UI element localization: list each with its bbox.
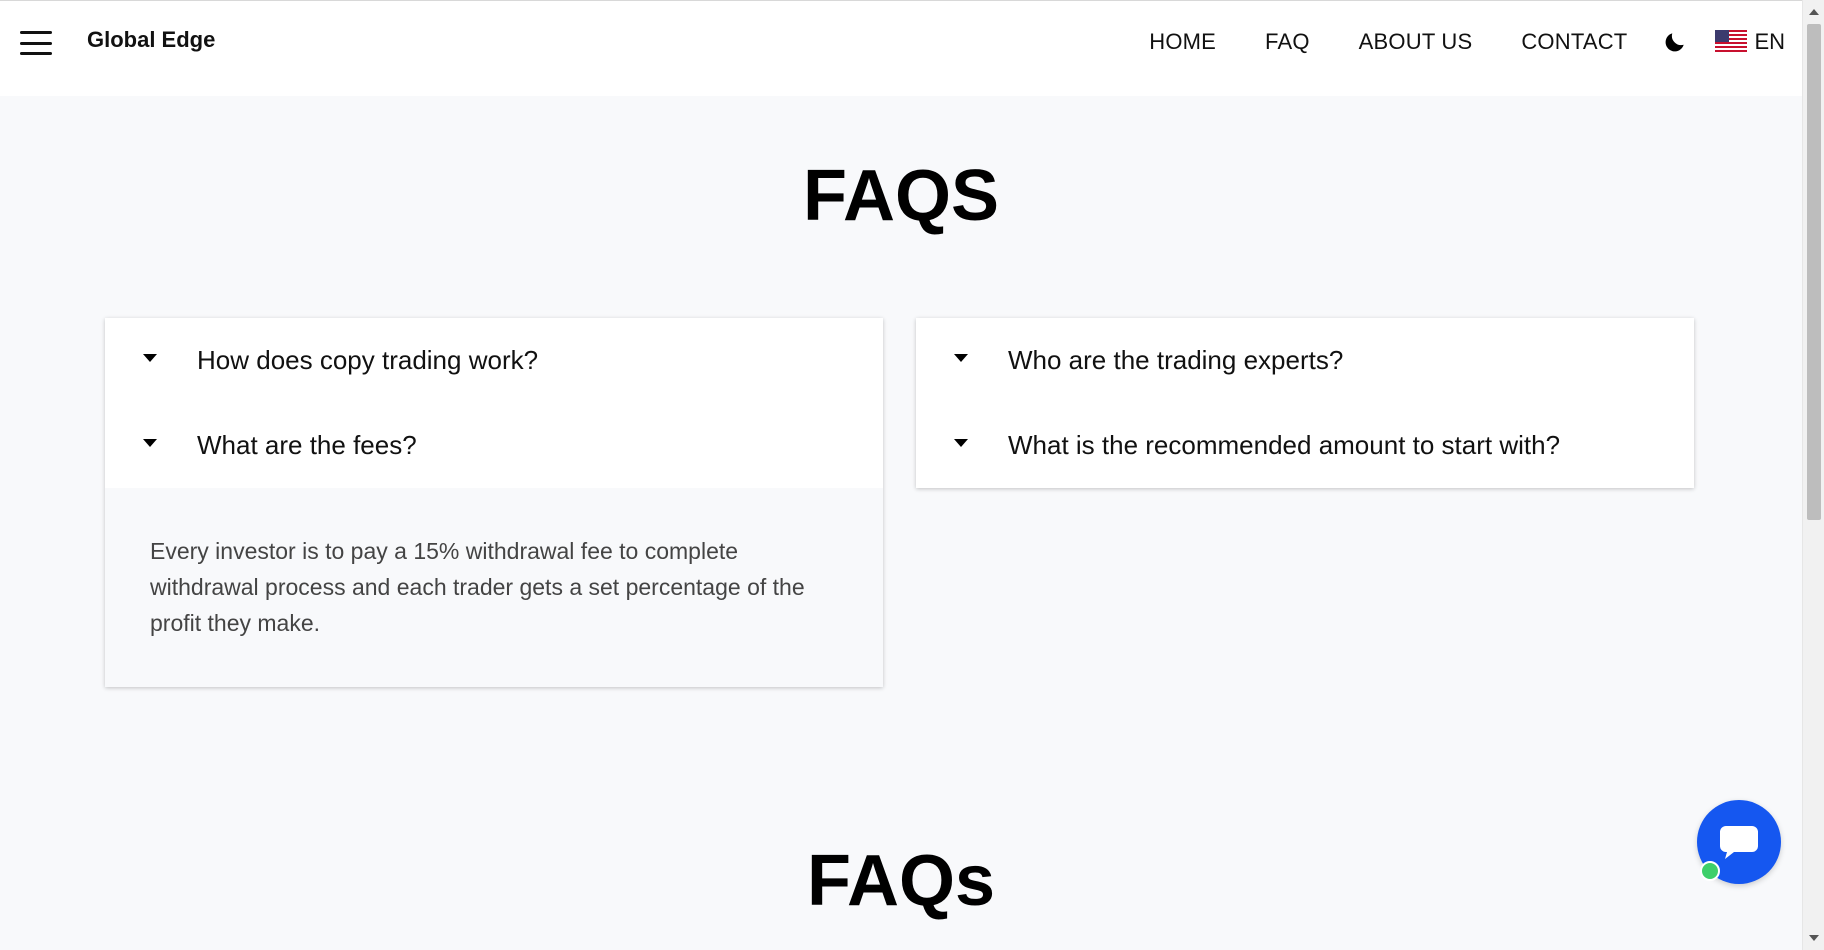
faq-card-left: How does copy trading work? What are the… xyxy=(105,318,883,687)
faq-item[interactable]: Who are the trading experts? xyxy=(916,318,1694,402)
faq-card-right: Who are the trading experts? What is the… xyxy=(916,318,1694,488)
chevron-down-icon xyxy=(143,439,157,447)
top-navbar: Global Edge HOME FAQ ABOUT US CONTACT EN xyxy=(0,0,1802,96)
page-title: FAQS xyxy=(802,156,1000,236)
chat-icon xyxy=(1720,826,1758,859)
faq-question: Who are the trading experts? xyxy=(1008,344,1344,375)
scroll-up-arrow[interactable] xyxy=(1809,9,1819,15)
faq-question: What are the fees? xyxy=(197,429,417,460)
nav-contact[interactable]: CONTACT xyxy=(1521,29,1627,55)
section-title: FAQs xyxy=(806,841,996,921)
language-label: EN xyxy=(1754,29,1785,54)
nav-faq[interactable]: FAQ xyxy=(1265,29,1310,55)
faq-question: How does copy trading work? xyxy=(197,344,539,375)
faq-item[interactable]: What are the fees? xyxy=(105,402,883,488)
faq-item[interactable]: How does copy trading work? xyxy=(105,318,883,402)
brand-logo[interactable]: Global Edge xyxy=(87,27,215,53)
scroll-thumb[interactable] xyxy=(1807,24,1821,520)
us-flag-icon xyxy=(1715,30,1748,54)
faq-answer: Every investor is to pay a 15% withdrawa… xyxy=(105,488,883,687)
scrollbar[interactable] xyxy=(1802,0,1824,950)
main-nav: HOME FAQ ABOUT US CONTACT EN xyxy=(1100,1,1802,83)
language-selector[interactable]: EN xyxy=(1715,29,1785,55)
nav-about-us[interactable]: ABOUT US xyxy=(1359,29,1473,55)
nav-home[interactable]: HOME xyxy=(1149,29,1216,55)
chevron-down-icon xyxy=(143,354,157,362)
chevron-down-icon xyxy=(954,354,968,362)
online-status-dot xyxy=(1700,861,1720,881)
chevron-down-icon xyxy=(954,439,968,447)
menu-icon[interactable] xyxy=(20,31,52,55)
moon-icon[interactable] xyxy=(1661,28,1689,56)
faq-question: What is the recommended amount to start … xyxy=(1008,429,1561,460)
faq-item[interactable]: What is the recommended amount to start … xyxy=(916,402,1694,488)
scroll-down-arrow[interactable] xyxy=(1809,935,1819,941)
